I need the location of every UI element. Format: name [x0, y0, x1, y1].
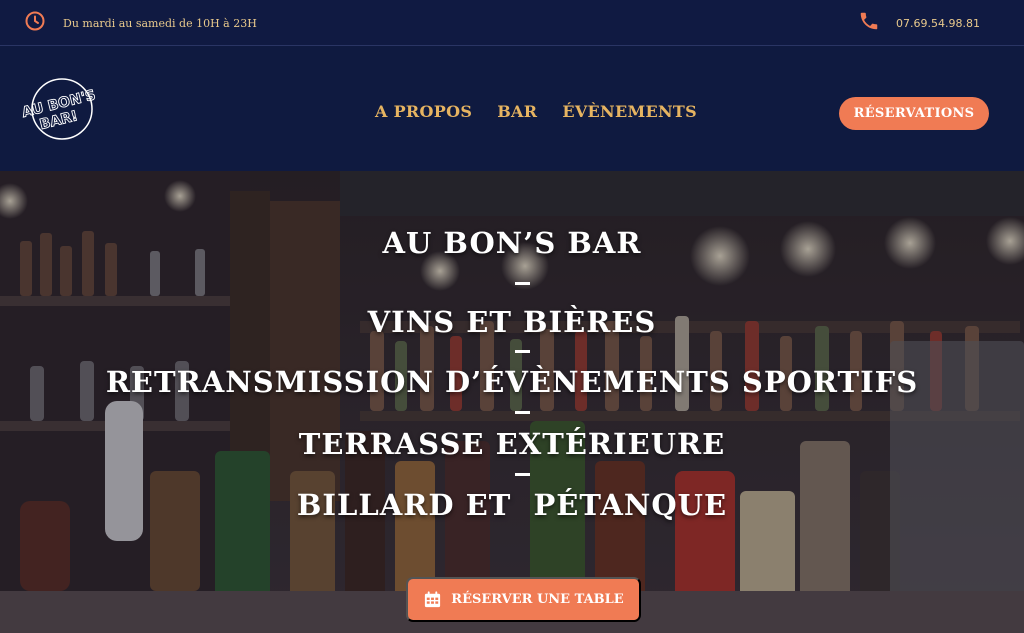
opening-hours: Du mardi au samedi de 10H à 23H [24, 10, 257, 37]
hero-line-billard: BILLARD ET PÉTANQUE [296, 488, 728, 522]
nav-item-a-propos[interactable]: A PROPOS [375, 102, 472, 121]
nav-menu: A PROPOS BAR ÉVÈNEMENTS [375, 102, 722, 121]
phone-contact[interactable]: 07.69.54.98.81 [858, 10, 980, 37]
opening-hours-text: Du mardi au samedi de 10H à 23H [63, 17, 257, 30]
site-logo[interactable]: AU BON'S BAR! [20, 77, 98, 141]
main-navbar: AU BON'S BAR! A PROPOS BAR ÉVÈNEMENTS RÉ… [0, 47, 1024, 171]
calendar-icon [423, 590, 442, 609]
reserve-table-button[interactable]: RÉSERVER UNE TABLE [406, 577, 641, 622]
hero-dash [515, 282, 530, 285]
nav-item-bar[interactable]: BAR [497, 102, 537, 121]
hero-section: AU BON’S BAR VINS ET BIÈRES RETRANSMISSI… [0, 171, 1024, 633]
hero-dash [515, 350, 530, 353]
hero-title: AU BON’S BAR [382, 226, 642, 260]
nav-item-evenements[interactable]: ÉVÈNEMENTS [562, 102, 697, 121]
reserve-table-label: RÉSERVER UNE TABLE [451, 592, 624, 607]
hero-dash [515, 411, 530, 414]
phone-icon [858, 10, 880, 37]
reservations-button[interactable]: RÉSERVATIONS [839, 97, 989, 130]
hero-line-retransmission: RETRANSMISSION D’ÉVÈNEMENTS SPORTIFS [105, 365, 919, 399]
clock-icon [24, 10, 46, 37]
hero-line-vins: VINS ET BIÈRES [367, 305, 657, 339]
phone-number[interactable]: 07.69.54.98.81 [896, 17, 980, 30]
top-info-bar: Du mardi au samedi de 10H à 23H 07.69.54… [0, 0, 1024, 46]
hero-line-terrasse: TERRASSE EXTÉRIEURE [298, 427, 726, 461]
hero-dash [515, 473, 530, 476]
